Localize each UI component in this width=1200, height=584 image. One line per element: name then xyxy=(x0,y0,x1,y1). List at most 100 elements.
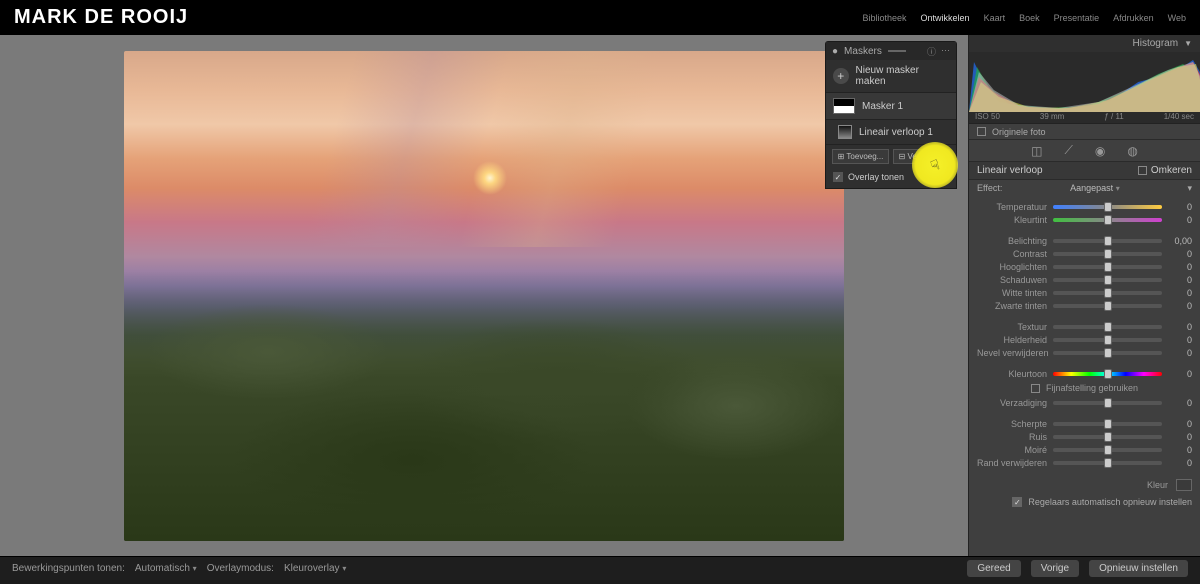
slider-label-textuur: Textuur xyxy=(977,322,1047,332)
tool-mask-icon[interactable]: ◍ xyxy=(1127,144,1137,158)
new-mask-label: Nieuw masker maken xyxy=(856,65,949,87)
slider-label-helderheid: Helderheid xyxy=(977,335,1047,345)
slider-label-schaduwen: Schaduwen xyxy=(977,275,1047,285)
panel-collapse-icon[interactable]: ▼ xyxy=(1184,39,1192,48)
slider-value-schaduwen[interactable]: 0 xyxy=(1168,275,1192,285)
slider-value-kleurtint[interactable]: 0 xyxy=(1168,215,1192,225)
mask-component-label: Lineair verloop 1 xyxy=(859,127,933,138)
mask-menu-icon[interactable]: ⋯ xyxy=(941,45,950,58)
mask-item-1[interactable]: Masker 1 xyxy=(826,93,956,120)
slider-value-scherpte[interactable]: 0 xyxy=(1168,419,1192,429)
reset-button[interactable]: Opnieuw instellen xyxy=(1089,560,1188,577)
overlay-label: Overlay tonen xyxy=(848,172,904,182)
slider-value-wittetinten[interactable]: 0 xyxy=(1168,288,1192,298)
slider-wittetinten[interactable] xyxy=(1053,291,1162,295)
gradient-thumb-icon xyxy=(838,125,852,139)
photo-preview xyxy=(124,51,844,541)
slider-ruis[interactable] xyxy=(1053,435,1162,439)
mask-opacity-slider[interactable] xyxy=(888,50,906,52)
slider-label-belichting: Belichting xyxy=(977,236,1047,246)
nav-bibliotheek[interactable]: Bibliotheek xyxy=(863,13,907,23)
slider-value-rand[interactable]: 0 xyxy=(1168,458,1192,468)
invert-checkbox[interactable] xyxy=(1138,166,1147,175)
slider-value-kleurtoon[interactable]: 0 xyxy=(1168,369,1192,379)
slider-scherpte[interactable] xyxy=(1053,422,1162,426)
editpoints-mode[interactable]: Automatisch ▾ xyxy=(135,563,197,574)
nav-afdrukken[interactable]: Afdrukken xyxy=(1113,13,1154,23)
slider-label-kleurtoon: Kleurtoon xyxy=(977,369,1047,379)
overlay-checkbox[interactable]: ✓ xyxy=(833,172,843,182)
top-nav: Bibliotheek Ontwikkelen Kaart Boek Prese… xyxy=(863,13,1187,23)
effect-menu-icon[interactable]: ▾ xyxy=(1187,183,1192,194)
image-viewer[interactable] xyxy=(0,35,968,556)
slider-label-moire: Moiré xyxy=(977,445,1047,455)
slider-textuur[interactable] xyxy=(1053,325,1162,329)
meta-focal: 39 mm xyxy=(1040,112,1064,121)
overlaymode-value[interactable]: Kleuroverlay ▾ xyxy=(284,563,346,574)
prev-button[interactable]: Vorige xyxy=(1031,560,1079,577)
slider-verzadiging[interactable] xyxy=(1053,401,1162,405)
mask-dot-icon[interactable]: ● xyxy=(832,46,838,57)
auto-reset-checkbox[interactable]: ✓ xyxy=(1012,497,1022,507)
nav-web[interactable]: Web xyxy=(1168,13,1186,23)
new-mask-row[interactable]: + Nieuw masker maken xyxy=(826,60,956,93)
effect-value[interactable]: Aangepast ▾ xyxy=(1070,183,1120,193)
slider-temperatuur[interactable] xyxy=(1053,205,1162,209)
slider-value-zwartetinten[interactable]: 0 xyxy=(1168,301,1192,311)
nav-presentatie[interactable]: Presentatie xyxy=(1054,13,1100,23)
slider-kleurtint[interactable] xyxy=(1053,218,1162,222)
mask-info-icon[interactable]: ⓘ xyxy=(927,45,936,58)
nav-ontwikkelen[interactable]: Ontwikkelen xyxy=(921,13,970,23)
slider-value-ruis[interactable]: 0 xyxy=(1168,432,1192,442)
slider-label-verzadiging: Verzadiging xyxy=(977,398,1047,408)
kleur-swatch[interactable] xyxy=(1176,479,1192,491)
slider-helderheid[interactable] xyxy=(1053,338,1162,342)
slider-value-hooglichten[interactable]: 0 xyxy=(1168,262,1192,272)
histogram-title[interactable]: Histogram xyxy=(1133,38,1179,49)
slider-nevel[interactable] xyxy=(1053,351,1162,355)
slider-label-contrast: Contrast xyxy=(977,249,1047,259)
slider-value-moire[interactable]: 0 xyxy=(1168,445,1192,455)
slider-rand[interactable] xyxy=(1053,461,1162,465)
slider-value-belichting[interactable]: 0,00 xyxy=(1168,236,1192,246)
slider-value-verzadiging[interactable]: 0 xyxy=(1168,398,1192,408)
fijnafstelling-checkbox[interactable] xyxy=(1031,384,1040,393)
slider-value-temperatuur[interactable]: 0 xyxy=(1168,202,1192,212)
plus-icon: + xyxy=(833,68,849,84)
slider-value-textuur[interactable]: 0 xyxy=(1168,322,1192,332)
mask-item-label: Masker 1 xyxy=(862,101,903,112)
section-title: Lineair verloop xyxy=(977,165,1043,176)
kleur-label: Kleur xyxy=(1147,480,1168,490)
slider-schaduwen[interactable] xyxy=(1053,278,1162,282)
slider-hooglichten[interactable] xyxy=(1053,265,1162,269)
slider-contrast[interactable] xyxy=(1053,252,1162,256)
nav-boek[interactable]: Boek xyxy=(1019,13,1040,23)
tool-redeye-icon[interactable]: ◉ xyxy=(1095,144,1105,158)
slider-label-nevel: Nevel verwijderen xyxy=(977,348,1047,358)
slider-belichting[interactable] xyxy=(1053,239,1162,243)
slider-kleurtoon[interactable] xyxy=(1053,372,1162,376)
logo: MARK DE ROOIJ xyxy=(14,6,188,29)
tool-crop-icon[interactable]: ◫ xyxy=(1031,144,1042,158)
nav-kaart[interactable]: Kaart xyxy=(984,13,1006,23)
done-button[interactable]: Gereed xyxy=(967,560,1020,577)
slider-value-nevel[interactable]: 0 xyxy=(1168,348,1192,358)
mask-thumb-icon xyxy=(833,98,855,114)
masks-title: Maskers xyxy=(844,46,882,57)
original-checkbox[interactable] xyxy=(977,127,986,136)
mask-add-button[interactable]: ⊞ Toevoeg... xyxy=(832,149,889,164)
slider-label-wittetinten: Witte tinten xyxy=(977,288,1047,298)
slider-label-ruis: Ruis xyxy=(977,432,1047,442)
meta-shutter: 1/40 sec xyxy=(1164,112,1194,121)
slider-zwartetinten[interactable] xyxy=(1053,304,1162,308)
tool-heal-icon[interactable]: ⟋ xyxy=(1064,143,1072,158)
slider-label-rand: Rand verwijderen xyxy=(977,458,1047,468)
original-label: Originele foto xyxy=(992,127,1046,137)
histogram[interactable]: ISO 50 39 mm ƒ / 11 1/40 sec xyxy=(969,52,1200,124)
develop-panel: Histogram ▼ ISO 50 39 mm ƒ / 11 1/40 sec… xyxy=(968,35,1200,556)
editpoints-label: Bewerkingspunten tonen: xyxy=(12,563,125,574)
slider-value-contrast[interactable]: 0 xyxy=(1168,249,1192,259)
slider-value-helderheid[interactable]: 0 xyxy=(1168,335,1192,345)
slider-moire[interactable] xyxy=(1053,448,1162,452)
slider-label-hooglichten: Hooglichten xyxy=(977,262,1047,272)
